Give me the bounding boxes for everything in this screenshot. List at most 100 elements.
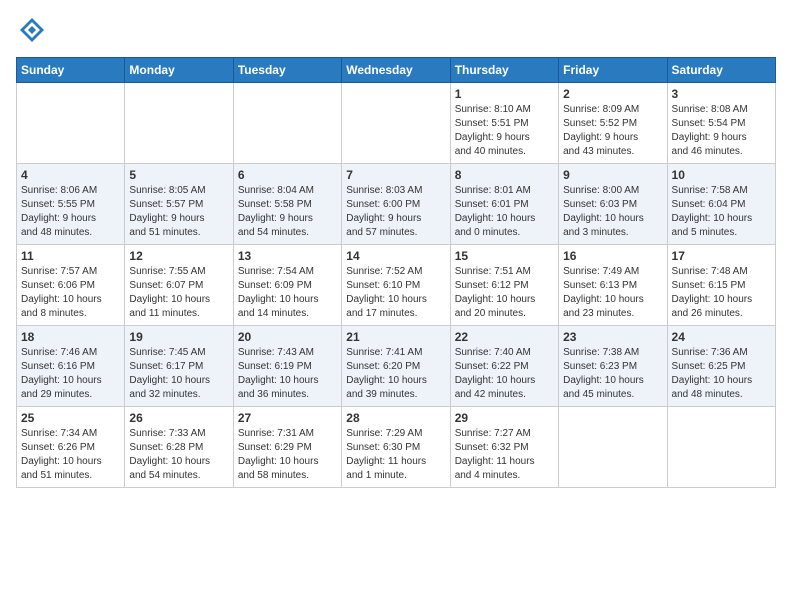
calendar-cell xyxy=(125,83,233,164)
calendar-cell xyxy=(559,407,667,488)
calendar-cell: 5 Sunrise: 8:05 AMSunset: 5:57 PMDaylight… xyxy=(125,164,233,245)
day-number: 23 xyxy=(563,330,662,344)
logo-icon xyxy=(18,16,46,44)
calendar-table: SundayMondayTuesdayWednesdayThursdayFrid… xyxy=(16,57,776,488)
calendar-cell xyxy=(17,83,125,164)
day-number: 12 xyxy=(129,249,228,263)
day-number: 11 xyxy=(21,249,120,263)
calendar-cell: 7 Sunrise: 8:03 AMSunset: 6:00 PMDaylight… xyxy=(342,164,450,245)
calendar-cell: 27 Sunrise: 7:31 AMSunset: 6:29 PMDayligh… xyxy=(233,407,341,488)
day-number: 15 xyxy=(455,249,554,263)
day-info: Sunrise: 7:55 AMSunset: 6:07 PMDaylight:… xyxy=(129,265,228,321)
day-info: Sunrise: 7:41 AMSunset: 6:20 PMDaylight:… xyxy=(346,346,445,402)
day-info: Sunrise: 8:10 AMSunset: 5:51 PMDaylight:… xyxy=(455,103,554,159)
calendar-cell: 2 Sunrise: 8:09 AMSunset: 5:52 PMDaylight… xyxy=(559,83,667,164)
day-info: Sunrise: 8:01 AMSunset: 6:01 PMDaylight:… xyxy=(455,184,554,240)
calendar-cell: 22Sunrise: 7:40 AMSunset: 6:22 PMDayligh… xyxy=(450,326,558,407)
day-info: Sunrise: 7:31 AMSunset: 6:29 PMDaylight:… xyxy=(238,427,337,483)
calendar-cell: 20Sunrise: 7:43 AMSunset: 6:19 PMDayligh… xyxy=(233,326,341,407)
day-number: 13 xyxy=(238,249,337,263)
day-number: 5 xyxy=(129,168,228,182)
day-info: Sunrise: 7:46 AMSunset: 6:16 PMDaylight:… xyxy=(21,346,120,402)
weekday-header-row: SundayMondayTuesdayWednesdayThursdayFrid… xyxy=(17,58,776,83)
calendar-cell: 15Sunrise: 7:51 AMSunset: 6:12 PMDayligh… xyxy=(450,245,558,326)
calendar-cell xyxy=(667,407,775,488)
day-info: Sunrise: 8:03 AMSunset: 6:00 PMDaylight:… xyxy=(346,184,445,240)
calendar-week-row: 18 Sunrise: 7:46 AMSunset: 6:16 PMDayligh… xyxy=(17,326,776,407)
calendar-cell: 28 Sunrise: 7:29 AMSunset: 6:30 PMDayligh… xyxy=(342,407,450,488)
day-info: Sunrise: 8:05 AMSunset: 5:57 PMDaylight:… xyxy=(129,184,228,240)
day-number: 9 xyxy=(563,168,662,182)
day-info: Sunrise: 7:48 AMSunset: 6:15 PMDaylight:… xyxy=(672,265,771,321)
day-info: Sunrise: 7:38 AMSunset: 6:23 PMDaylight:… xyxy=(563,346,662,402)
calendar-cell: 26Sunrise: 7:33 AMSunset: 6:28 PMDayligh… xyxy=(125,407,233,488)
calendar-week-row: 11Sunrise: 7:57 AMSunset: 6:06 PMDayligh… xyxy=(17,245,776,326)
calendar-cell: 12 Sunrise: 7:55 AMSunset: 6:07 PMDayligh… xyxy=(125,245,233,326)
calendar-cell: 19 Sunrise: 7:45 AMSunset: 6:17 PMDayligh… xyxy=(125,326,233,407)
calendar-cell xyxy=(342,83,450,164)
day-number: 2 xyxy=(563,87,662,101)
page-header xyxy=(16,16,776,49)
day-number: 21 xyxy=(346,330,445,344)
calendar-cell: 11Sunrise: 7:57 AMSunset: 6:06 PMDayligh… xyxy=(17,245,125,326)
day-number: 7 xyxy=(346,168,445,182)
day-info: Sunrise: 8:04 AMSunset: 5:58 PMDaylight:… xyxy=(238,184,337,240)
day-info: Sunrise: 7:45 AMSunset: 6:17 PMDaylight:… xyxy=(129,346,228,402)
day-number: 10 xyxy=(672,168,771,182)
calendar-cell: 25 Sunrise: 7:34 AMSunset: 6:26 PMDayligh… xyxy=(17,407,125,488)
day-number: 16 xyxy=(563,249,662,263)
day-number: 27 xyxy=(238,411,337,425)
day-info: Sunrise: 7:36 AMSunset: 6:25 PMDaylight:… xyxy=(672,346,771,402)
day-number: 1 xyxy=(455,87,554,101)
day-info: Sunrise: 8:08 AMSunset: 5:54 PMDaylight:… xyxy=(672,103,771,159)
day-number: 25 xyxy=(21,411,120,425)
logo xyxy=(16,16,46,49)
calendar-cell: 17 Sunrise: 7:48 AMSunset: 6:15 PMDayligh… xyxy=(667,245,775,326)
day-number: 19 xyxy=(129,330,228,344)
day-info: Sunrise: 7:27 AMSunset: 6:32 PMDaylight:… xyxy=(455,427,554,483)
day-info: Sunrise: 7:34 AMSunset: 6:26 PMDaylight:… xyxy=(21,427,120,483)
calendar-cell: 21 Sunrise: 7:41 AMSunset: 6:20 PMDayligh… xyxy=(342,326,450,407)
calendar-cell: 8 Sunrise: 8:01 AMSunset: 6:01 PMDaylight… xyxy=(450,164,558,245)
calendar-week-row: 25 Sunrise: 7:34 AMSunset: 6:26 PMDayligh… xyxy=(17,407,776,488)
calendar-cell: 23 Sunrise: 7:38 AMSunset: 6:23 PMDayligh… xyxy=(559,326,667,407)
calendar-cell: 14Sunrise: 7:52 AMSunset: 6:10 PMDayligh… xyxy=(342,245,450,326)
weekday-header-saturday: Saturday xyxy=(667,58,775,83)
day-number: 28 xyxy=(346,411,445,425)
day-number: 6 xyxy=(238,168,337,182)
weekday-header-thursday: Thursday xyxy=(450,58,558,83)
calendar-cell xyxy=(233,83,341,164)
day-info: Sunrise: 7:49 AMSunset: 6:13 PMDaylight:… xyxy=(563,265,662,321)
calendar-cell: 16 Sunrise: 7:49 AMSunset: 6:13 PMDayligh… xyxy=(559,245,667,326)
calendar-week-row: 1 Sunrise: 8:10 AMSunset: 5:51 PMDaylight… xyxy=(17,83,776,164)
calendar-cell: 1 Sunrise: 8:10 AMSunset: 5:51 PMDaylight… xyxy=(450,83,558,164)
weekday-header-tuesday: Tuesday xyxy=(233,58,341,83)
weekday-header-friday: Friday xyxy=(559,58,667,83)
day-info: Sunrise: 7:29 AMSunset: 6:30 PMDaylight:… xyxy=(346,427,445,483)
calendar-cell: 9Sunrise: 8:00 AMSunset: 6:03 PMDaylight… xyxy=(559,164,667,245)
weekday-header-wednesday: Wednesday xyxy=(342,58,450,83)
day-number: 20 xyxy=(238,330,337,344)
day-info: Sunrise: 7:33 AMSunset: 6:28 PMDaylight:… xyxy=(129,427,228,483)
day-number: 24 xyxy=(672,330,771,344)
calendar-cell: 13 Sunrise: 7:54 AMSunset: 6:09 PMDayligh… xyxy=(233,245,341,326)
day-info: Sunrise: 8:09 AMSunset: 5:52 PMDaylight:… xyxy=(563,103,662,159)
calendar-cell: 3 Sunrise: 8:08 AMSunset: 5:54 PMDaylight… xyxy=(667,83,775,164)
day-info: Sunrise: 7:52 AMSunset: 6:10 PMDaylight:… xyxy=(346,265,445,321)
day-number: 3 xyxy=(672,87,771,101)
day-number: 17 xyxy=(672,249,771,263)
day-info: Sunrise: 8:06 AMSunset: 5:55 PMDaylight:… xyxy=(21,184,120,240)
day-number: 8 xyxy=(455,168,554,182)
logo-text xyxy=(16,16,46,49)
day-number: 18 xyxy=(21,330,120,344)
calendar-cell: 24 Sunrise: 7:36 AMSunset: 6:25 PMDayligh… xyxy=(667,326,775,407)
calendar-cell: 10 Sunrise: 7:58 AMSunset: 6:04 PMDayligh… xyxy=(667,164,775,245)
calendar-cell: 18 Sunrise: 7:46 AMSunset: 6:16 PMDayligh… xyxy=(17,326,125,407)
weekday-header-monday: Monday xyxy=(125,58,233,83)
calendar-cell: 4Sunrise: 8:06 AMSunset: 5:55 PMDaylight… xyxy=(17,164,125,245)
day-info: Sunrise: 7:58 AMSunset: 6:04 PMDaylight:… xyxy=(672,184,771,240)
weekday-header-sunday: Sunday xyxy=(17,58,125,83)
day-info: Sunrise: 7:54 AMSunset: 6:09 PMDaylight:… xyxy=(238,265,337,321)
calendar-week-row: 4Sunrise: 8:06 AMSunset: 5:55 PMDaylight… xyxy=(17,164,776,245)
calendar-cell: 29Sunrise: 7:27 AMSunset: 6:32 PMDayligh… xyxy=(450,407,558,488)
